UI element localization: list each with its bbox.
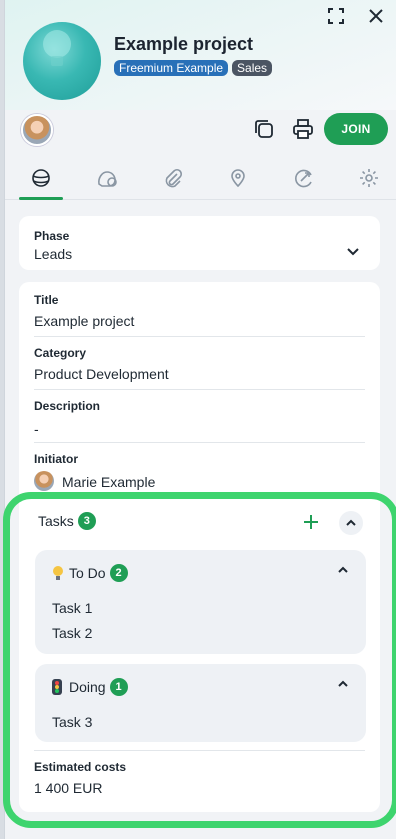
description-label: Description [34,399,101,413]
title-value[interactable]: Example project [34,313,134,329]
category-label: Category [34,346,87,360]
print-icon[interactable] [292,118,314,140]
category-value[interactable]: Product Development [34,366,169,382]
highlight-frame [3,492,396,828]
project-badges: Freemium Example Sales [114,60,273,76]
project-title: Example project [114,34,254,54]
phase-select[interactable]: Phase Leads [19,216,380,270]
badge-freemium[interactable]: Freemium Example [114,60,229,76]
initiator-value[interactable]: Marie Example [62,474,155,490]
badge-sales[interactable]: Sales [232,60,273,76]
fullscreen-icon[interactable] [326,6,346,26]
avatar[interactable] [21,114,53,146]
initiator-label: Initiator [34,452,78,466]
divider [34,389,365,390]
divider [34,442,365,443]
tab-attachments[interactable] [151,158,195,198]
title-label: Title [34,293,59,307]
join-button[interactable]: JOIN [324,113,388,145]
project-avatar [23,22,101,100]
phase-value: Leads [34,246,73,262]
phase-label: Phase [34,229,70,243]
initiator-avatar [34,471,54,491]
description-value[interactable]: - [34,421,39,437]
copy-icon[interactable] [253,118,275,140]
tab-settings[interactable] [347,158,391,198]
tab-location[interactable] [216,158,260,198]
close-icon[interactable] [366,6,386,26]
tab-activity[interactable] [282,158,326,198]
divider [34,336,365,337]
tab-bar [5,158,396,200]
tab-overview[interactable] [19,158,63,200]
project-panel: Example project Freemium Example Sales J… [3,0,396,839]
tab-comments[interactable] [85,158,129,198]
chevron-down-icon [347,248,359,256]
